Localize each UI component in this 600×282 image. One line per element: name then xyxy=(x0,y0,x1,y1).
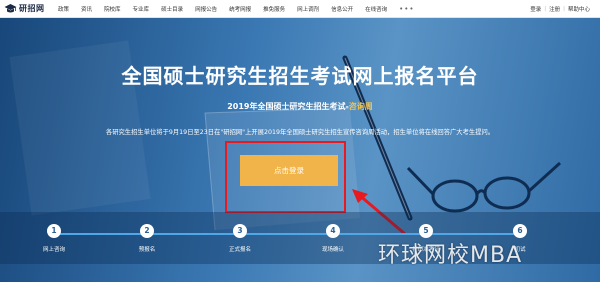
step-item: 1 网上咨询 xyxy=(24,224,84,253)
nav-item-exam-registration[interactable]: 统考网报 xyxy=(229,5,251,13)
consultation-week-subtitle: 2019年全国硕士研究生招生考试-咨询周 xyxy=(0,101,600,112)
login-button[interactable]: 点击登录 xyxy=(240,155,338,186)
help-center-link[interactable]: 帮助中心 xyxy=(568,5,590,13)
step-number: 1 xyxy=(47,224,61,238)
nav-item-announcements[interactable]: 网报公告 xyxy=(195,5,217,13)
more-menu-icon[interactable]: ••• xyxy=(399,5,414,13)
step-number: 4 xyxy=(326,224,340,238)
subtitle-highlight: 咨询周 xyxy=(348,102,373,111)
login-link[interactable]: 登录 xyxy=(530,5,541,13)
logo-text: 研招网 xyxy=(19,4,45,13)
nav-item-disclosure[interactable]: 信息公开 xyxy=(331,5,353,13)
step-number: 6 xyxy=(513,224,527,238)
user-links: 登录 | 注册 | 帮助中心 xyxy=(530,0,590,17)
step-number: 2 xyxy=(140,224,154,238)
nav-item-recommendation[interactable]: 推免服务 xyxy=(263,5,285,13)
nav-item-online-consult[interactable]: 在线咨询 xyxy=(365,5,387,13)
top-nav-bar: 研招网 政策 资讯 院校库 专业库 硕士目录 网报公告 统考网报 推免服务 网上… xyxy=(0,0,600,18)
step-number: 3 xyxy=(233,224,247,238)
graduation-cap-icon xyxy=(4,4,17,13)
notice-text: 各研究生招生单位将于9月19日至23日在"研招网"上开展2019年全国硕士研究生… xyxy=(105,129,495,136)
site-logo[interactable]: 研招网 xyxy=(4,2,45,15)
subtitle-main: 2019年全国硕士研究生招生考试- xyxy=(227,102,349,111)
step-label: 网上咨询 xyxy=(42,247,65,253)
step-item: 4 现场确认 xyxy=(303,224,363,253)
nav-item-news[interactable]: 资讯 xyxy=(81,5,92,13)
nav-item-policy[interactable]: 政策 xyxy=(58,5,69,13)
step-label: 预报名 xyxy=(138,247,156,253)
step-label: 现场确认 xyxy=(321,247,344,253)
separator: | xyxy=(563,5,565,12)
nav-item-majors[interactable]: 专业库 xyxy=(133,5,150,13)
nav-item-schools[interactable]: 院校库 xyxy=(104,5,121,13)
step-item: 2 预报名 xyxy=(117,224,177,253)
register-link[interactable]: 注册 xyxy=(549,5,560,13)
nav-item-catalog[interactable]: 硕士目录 xyxy=(161,5,183,13)
main-nav: 政策 资讯 院校库 专业库 硕士目录 网报公告 统考网报 推免服务 网上调剂 信… xyxy=(58,0,415,17)
step-item: 3 正式报名 xyxy=(210,224,270,253)
page-title: 全国硕士研究生招生考试网上报名平台 xyxy=(121,64,479,88)
step-label: 正式报名 xyxy=(228,247,251,253)
nav-item-adjustment[interactable]: 网上调剂 xyxy=(297,5,319,13)
separator: | xyxy=(544,5,547,12)
watermark-text: 环球网校MBA xyxy=(378,243,523,268)
step-number: 5 xyxy=(419,224,433,238)
